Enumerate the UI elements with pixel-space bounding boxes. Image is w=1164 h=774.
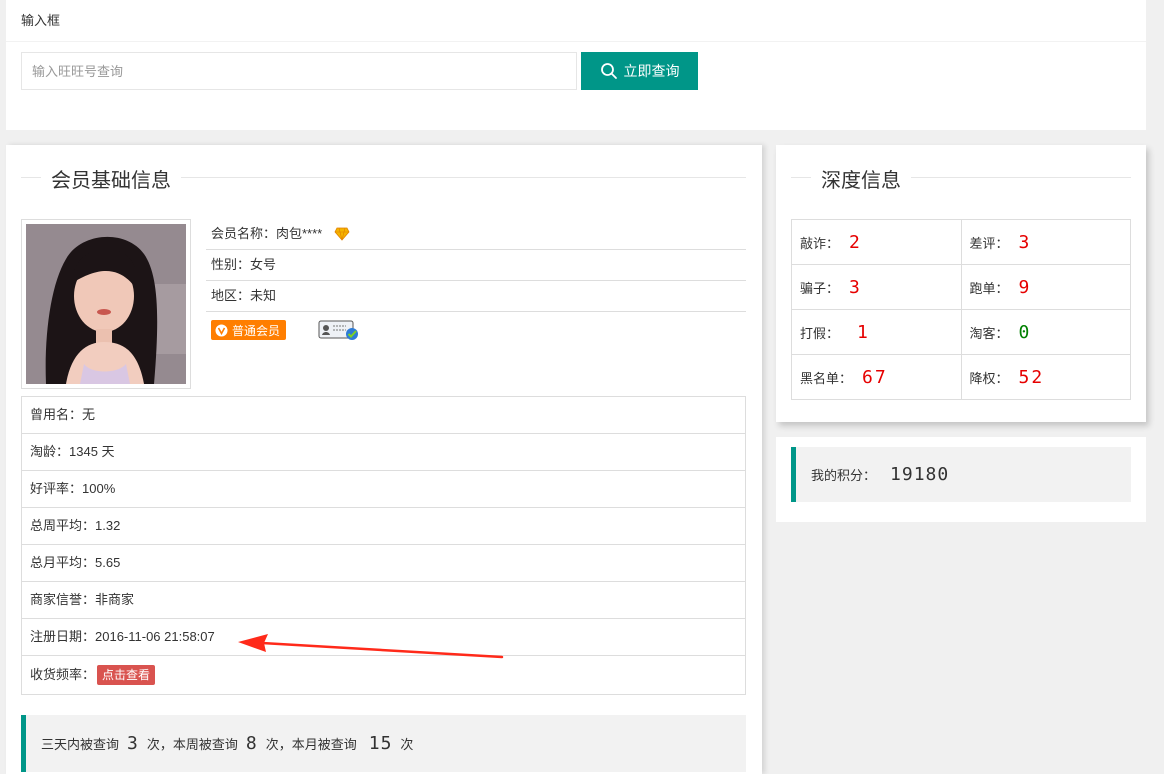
deep-item-anti-counterfeit: 打假： 1	[791, 309, 962, 355]
deep-item-label: 骗子：	[800, 280, 840, 296]
deep-item-runaway: 跑单： 9	[960, 264, 1131, 310]
query-count-text-1: 三天内被查询	[41, 737, 120, 752]
deep-item-value: 1	[857, 321, 870, 343]
receive-frequency-label: 收货频率：	[30, 667, 96, 682]
detail-row-weekly-average: 总周平均：1.32	[22, 508, 745, 545]
detail-row-seller-credit: 商家信誉：非商家	[22, 582, 745, 619]
avatar-frame	[21, 219, 191, 389]
deep-item-extortion: 敲诈： 2	[791, 219, 962, 265]
query-count-week: 8	[245, 733, 258, 754]
badge-row: 普通会员	[206, 312, 746, 348]
deep-item-label: 黑名单：	[800, 370, 853, 386]
click-to-view-button[interactable]: 点击查看	[97, 665, 156, 685]
search-icon	[600, 63, 617, 79]
basic-info-title: 会员基础信息	[41, 164, 181, 193]
query-count-box: 三天内被查询 3 次，本周被查询 8 次，本月被查询 15 次	[21, 715, 746, 772]
score-card: 我的积分： 19180	[776, 437, 1146, 522]
basic-info-card: 会员基础信息 会员名称：肉包**** 性别：女号 地区：未知 普通会员 曾用名：…	[6, 145, 762, 774]
member-name: 会员名称：肉包****	[211, 226, 323, 241]
score-box: 我的积分： 19180	[791, 447, 1131, 502]
deep-item-value: 9	[1018, 276, 1032, 298]
query-count-text-4: 次	[400, 737, 414, 752]
detail-row-alias: 曾用名：无	[22, 397, 745, 434]
deep-item-taoke: 淘客： 0	[960, 309, 1131, 355]
deep-item-value: 67	[862, 366, 888, 388]
deep-item-value: 3	[849, 276, 862, 298]
id-verified-icon	[318, 320, 359, 340]
member-level-label: 普通会员	[232, 323, 281, 338]
score-value: 19180	[890, 464, 950, 485]
query-count-text-2: 次，本周被查询	[146, 737, 238, 752]
diamond-icon	[334, 227, 350, 241]
deep-item-label: 降权：	[969, 370, 1009, 386]
deep-item-demotion: 降权： 52	[960, 354, 1131, 400]
red-arrow-annotation	[238, 634, 504, 659]
member-level-badge: 普通会员	[211, 320, 287, 340]
vip-icon	[215, 324, 228, 336]
member-summary: 会员名称：肉包**** 性别：女号 地区：未知 普通会员	[206, 219, 746, 348]
deep-item-blacklist: 黑名单： 67	[791, 354, 962, 400]
wangwang-search-input[interactable]	[21, 52, 577, 90]
detail-row-taobao-age: 淘龄：1345 天	[22, 434, 745, 471]
member-name-row: 会员名称：肉包****	[206, 219, 746, 250]
deep-info-card: 深度信息 敲诈： 2 差评： 3 骗子： 3 跑单： 9 打假： 1 淘客： 0 黑名单： 6…	[776, 145, 1146, 422]
search-card: 输入框 立即查询	[6, 0, 1146, 130]
query-now-label: 立即查询	[623, 63, 680, 79]
gender-row: 性别：女号	[206, 250, 746, 281]
query-count-month: 15	[368, 733, 393, 754]
detail-row-monthly-average: 总月平均：5.65	[22, 545, 745, 582]
deep-item-label: 淘客：	[969, 325, 1009, 341]
deep-info-table: 敲诈： 2 差评： 3 骗子： 3 跑单： 9 打假： 1 淘客： 0 黑名单： 67 降权：…	[791, 219, 1131, 400]
avatar	[26, 224, 186, 384]
search-card-header: 输入框	[6, 0, 1146, 42]
query-now-button[interactable]: 立即查询	[581, 52, 698, 90]
query-count-text-3: 次，本月被查询	[265, 737, 357, 752]
deep-item-value: 2	[849, 231, 862, 253]
deep-item-value: 0	[1018, 321, 1030, 343]
deep-item-label: 敲诈：	[800, 235, 840, 251]
region-row: 地区：未知	[206, 281, 746, 312]
deep-item-scammer: 骗子： 3	[791, 264, 962, 310]
deep-item-value: 3	[1018, 231, 1032, 253]
deep-item-label: 差评：	[969, 235, 1009, 251]
deep-item-label: 跑单：	[969, 280, 1009, 296]
deep-item-label: 打假：	[800, 325, 840, 341]
detail-row-positive-rate: 好评率：100%	[22, 471, 745, 508]
deep-item-bad-review: 差评： 3	[960, 219, 1131, 265]
deep-info-title: 深度信息	[811, 164, 911, 193]
score-label: 我的积分：	[811, 468, 877, 483]
deep-item-value: 52	[1018, 366, 1045, 388]
query-count-3days: 3	[127, 733, 139, 754]
